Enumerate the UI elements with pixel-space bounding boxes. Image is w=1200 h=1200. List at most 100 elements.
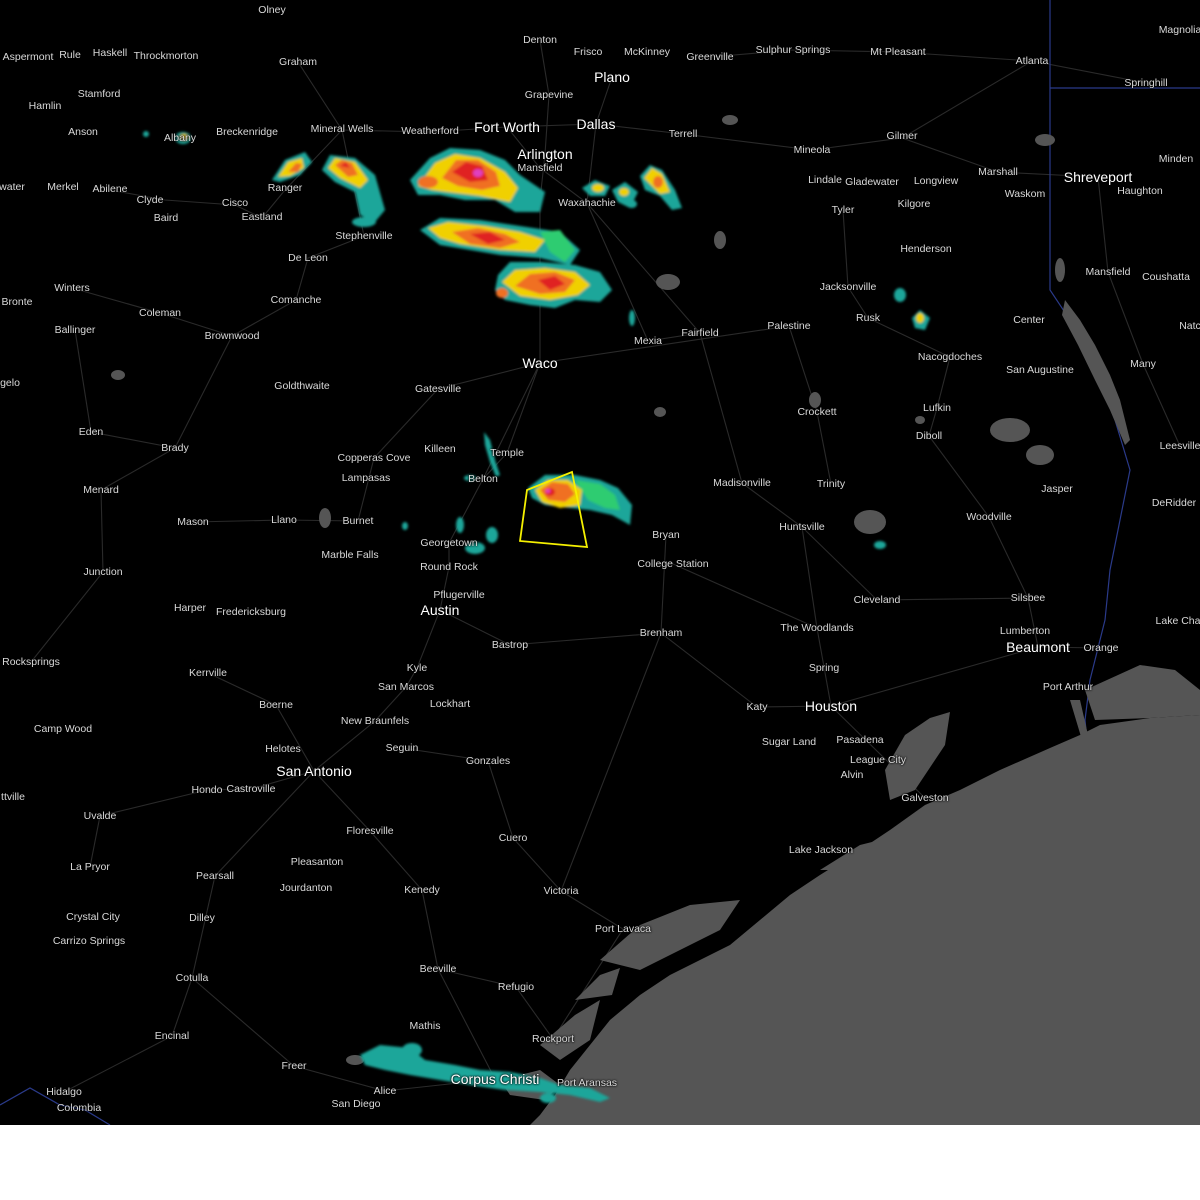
city-label: Orange (1083, 641, 1119, 654)
city-label: Port Aransas (556, 1076, 618, 1089)
city-label: Bryan (652, 528, 680, 541)
city-label: Jasper (1041, 482, 1073, 495)
city-label: Winters (54, 281, 90, 294)
city-label: Waxahachie (558, 196, 616, 209)
city-label: Marshall (978, 165, 1018, 178)
city-label: Menard (83, 483, 119, 496)
city-label: Belton (468, 472, 498, 485)
city-label: Copperas Cove (337, 451, 411, 464)
city-label: Austin (420, 602, 460, 618)
city-label: Port Lavaca (594, 922, 652, 935)
city-label: San Antonio (276, 763, 352, 779)
map-canvas (0, 0, 1200, 1125)
city-label: Arlington (517, 146, 573, 162)
city-label: Throckmorton (133, 49, 199, 62)
city-label: Colombia (56, 1101, 102, 1114)
city-label: DeRidder (1151, 496, 1197, 509)
city-label: San Augustine (1006, 363, 1074, 376)
city-label: Mason (177, 515, 209, 528)
city-label: Jacksonville (819, 280, 877, 293)
city-label: Clyde (136, 193, 164, 206)
city-label: Terrell (668, 127, 698, 140)
city-label: Gladewater (845, 175, 899, 188)
city-label: Huntsville (779, 520, 825, 533)
city-label: Anson (68, 125, 98, 138)
city-label: League City (849, 753, 907, 766)
city-label: Natc (1179, 319, 1200, 332)
gulf-of-mexico (530, 715, 1200, 1125)
city-label: Palestine (767, 319, 811, 332)
city-label: Pasadena (836, 733, 884, 746)
city-label: Fairfield (681, 326, 719, 339)
city-label: Cotulla (175, 971, 209, 984)
city-label: Atlanta (1015, 54, 1049, 67)
city-label: Helotes (265, 742, 301, 755)
city-label: Ranger (267, 181, 303, 194)
city-label: Corpus Christi (450, 1071, 540, 1087)
city-label: Crockett (797, 405, 837, 418)
footer-area (0, 1125, 1200, 1200)
city-label: The Woodlands (780, 621, 854, 634)
city-label: Tyler (831, 203, 855, 216)
city-label: Mansfield (517, 161, 563, 174)
city-label: Round Rock (420, 560, 478, 573)
city-label: Mt Pleasant (870, 45, 926, 58)
city-label: Plano (594, 69, 630, 85)
city-label: Rule (59, 48, 81, 61)
city-label: Refugio (497, 980, 535, 993)
city-label: Longview (913, 174, 959, 187)
city-label: Waskom (1004, 187, 1046, 200)
city-label: Center (1013, 313, 1045, 326)
city-label: Brenham (639, 626, 683, 639)
city-label: San Diego (331, 1097, 381, 1110)
city-label: Henderson (900, 242, 952, 255)
city-label: Mineral Wells (310, 122, 374, 135)
city-label: Mineola (793, 143, 831, 156)
city-label: Kyle (406, 661, 428, 674)
city-label: Beaumont (1006, 639, 1070, 655)
city-label: Madisonville (713, 476, 771, 489)
city-label: Houston (804, 698, 858, 714)
city-label: Killeen (424, 442, 456, 455)
city-label: Merkel (47, 180, 79, 193)
city-label: Gatesville (414, 382, 462, 395)
city-label: Stamford (77, 87, 121, 100)
city-label: Temple (490, 446, 524, 459)
city-label: Jourdanton (279, 881, 333, 894)
city-label: Kerrville (189, 666, 227, 679)
city-label: Bastrop (491, 638, 529, 651)
city-label: Kenedy (404, 883, 440, 896)
city-label: Hondo (191, 783, 223, 796)
city-label: Dallas (576, 116, 616, 132)
city-label: Sugar Land (761, 735, 817, 748)
city-label: Gonzales (465, 754, 511, 767)
city-label: Seguin (385, 741, 419, 754)
city-label: Pleasanton (290, 855, 344, 868)
city-label: Katy (746, 700, 768, 713)
city-label: Comanche (270, 293, 322, 306)
city-label: Pearsall (196, 869, 234, 882)
radar-map[interactable]: Olney Denton Frisco McKinney Greenville Sulph… (0, 0, 1200, 1125)
city-label: Galveston (901, 791, 949, 804)
city-label: Abilene (92, 182, 128, 195)
city-label: Coleman (138, 306, 182, 319)
city-label: Brownwood (204, 329, 260, 342)
city-label: Cuero (498, 831, 528, 844)
city-label: Mexia (633, 334, 663, 347)
city-label: Weatherford (401, 124, 459, 137)
city-label: Carrizo Springs (52, 934, 126, 947)
city-label: Lumberton (999, 624, 1051, 637)
city-label: Coushatta (1142, 270, 1190, 283)
city-label: Aspermont (2, 50, 54, 63)
city-label: Fredericksburg (215, 605, 287, 618)
city-label: Haskell (92, 46, 128, 59)
city-label: Marble Falls (321, 548, 379, 561)
city-label: New Braunfels (340, 714, 410, 727)
city-label: Alice (373, 1084, 397, 1097)
city-label: Hidalgo (46, 1085, 82, 1098)
city-label: Diboll (915, 429, 943, 442)
city-label: Shreveport (1063, 169, 1133, 185)
city-label: Rocksprings (2, 655, 60, 668)
city-label: Lake Jackson (788, 843, 854, 856)
city-label: Greenville (686, 50, 734, 63)
